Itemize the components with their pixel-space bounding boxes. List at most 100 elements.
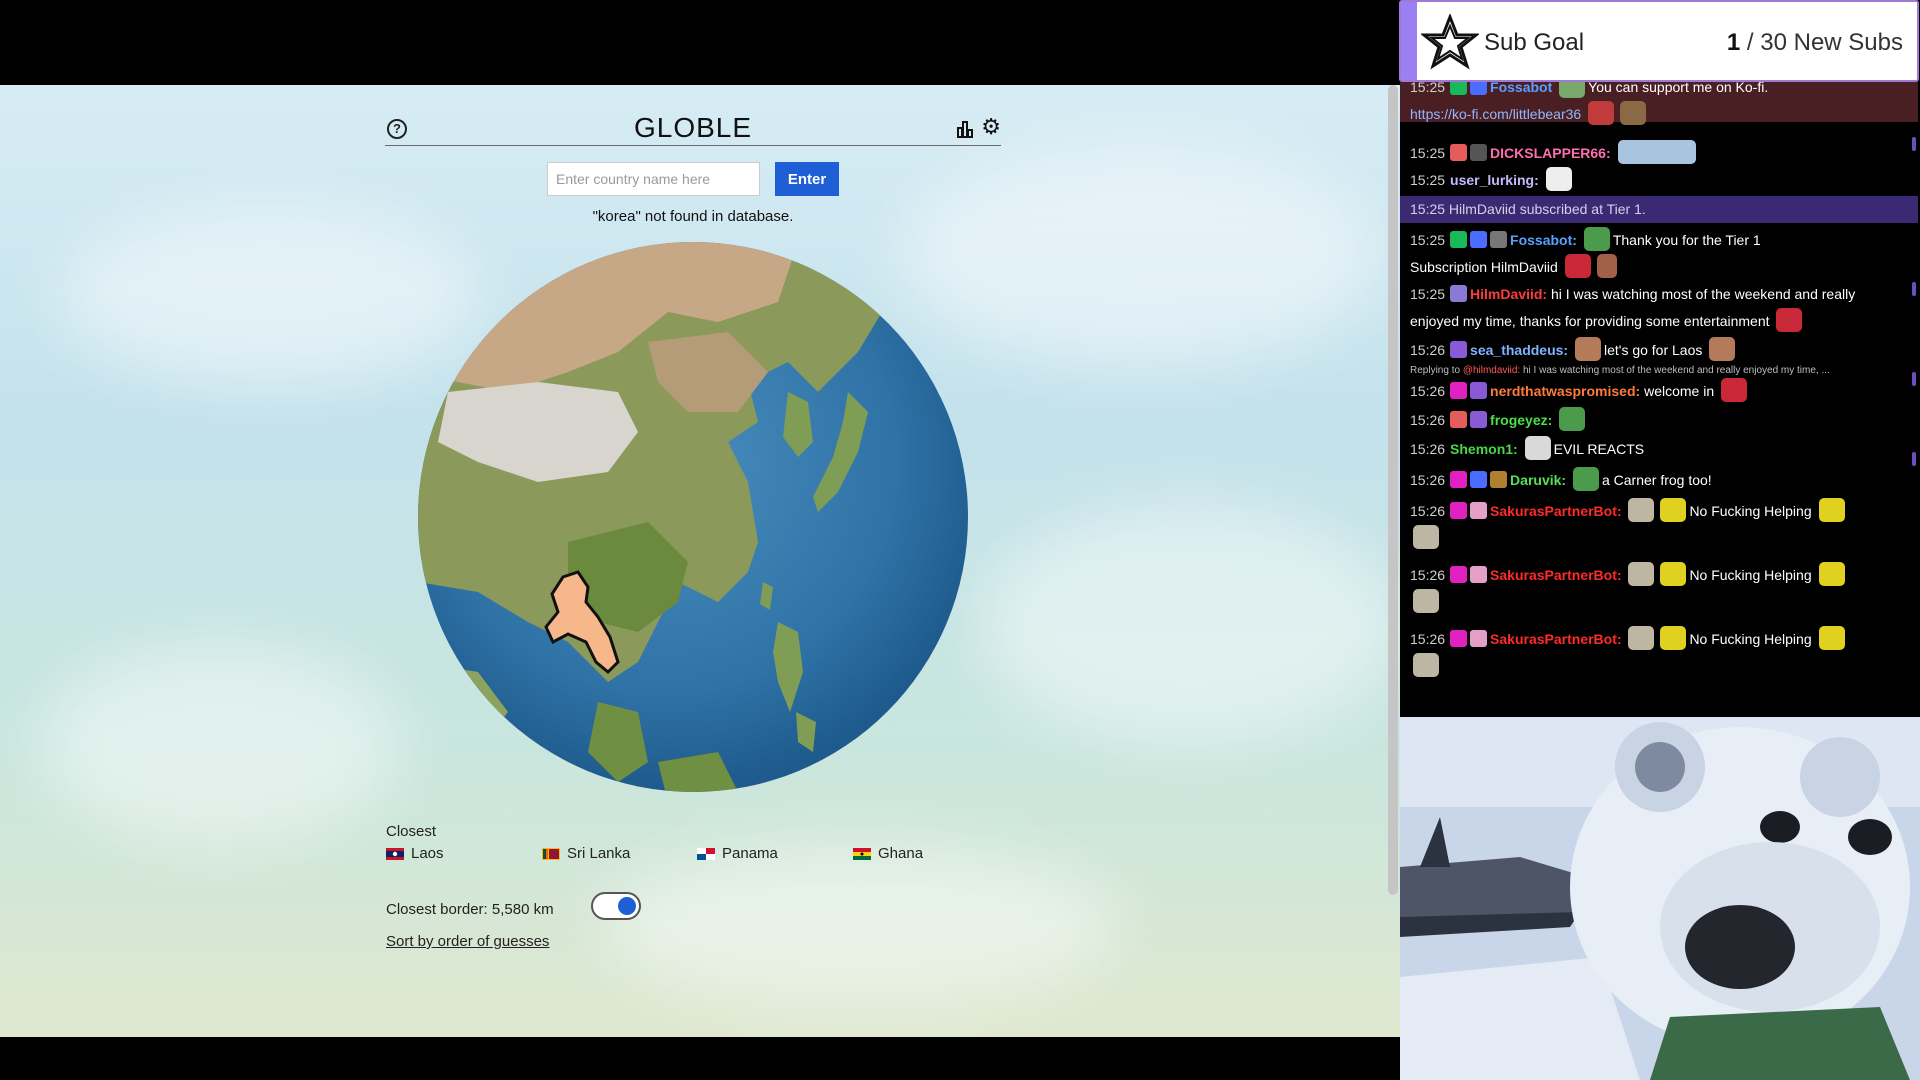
reply-text: hi I was watching most of the weekend an… [1523,365,1830,376]
closest-name: Panama [722,845,778,862]
chat-username[interactable]: Shemon1: [1450,441,1518,457]
chat-message: 15:26 Daruvik: a Carner frog too! [1400,467,1918,494]
chat-time: 15:26 [1410,631,1446,647]
dog-emote-icon [1620,101,1647,125]
chat-username[interactable]: SakurasPartnerBot: [1490,567,1622,583]
error-message: "korea" not found in database. [592,208,794,225]
chat-time: 15:26 [1410,567,1446,583]
chat-username[interactable]: Daruvik: [1510,472,1566,488]
chat-text: Thank you for the Tier 1 [1612,232,1761,248]
bear-emote-icon [1413,589,1439,613]
enter-button[interactable]: Enter [775,162,839,196]
badge-icon [1450,566,1468,583]
border-toggle[interactable] [591,892,641,920]
emote-icon [1559,82,1586,98]
badge-icon [1450,411,1468,428]
sub-goal-target: / 30 New Subs [1740,29,1903,56]
emote-icon [1818,562,1845,586]
chat-text: enjoyed my time, thanks for providing so… [1410,313,1770,329]
gear-badge-icon [1490,231,1508,248]
emote-icon [1709,337,1736,361]
heart-emote-icon [1776,308,1803,332]
chat-username[interactable]: sea_thaddeus: [1470,342,1568,358]
chat-username[interactable]: user_lurking: [1450,172,1539,188]
closest-item-panama: Panama [697,845,778,862]
chat-message: Subscription HilmDaviid [1400,254,1918,281]
chat-text: No Fucking Helping [1689,567,1812,583]
emote-icon [1818,498,1845,522]
chat-message: 15:26 frogeyez: [1400,407,1918,434]
chat-link[interactable]: https://ko-fi.com/littlebear36 [1410,106,1581,122]
reply-label: Replying to [1410,365,1461,376]
emote-icon [1660,498,1687,522]
chat-username[interactable]: SakurasPartnerBot: [1490,631,1622,647]
chat-time: 15:26 [1410,472,1446,488]
heart-emote-icon [1588,101,1615,125]
chat-time: 15:26 [1410,441,1446,457]
emote-icon [1818,626,1845,650]
country-guess-input[interactable] [547,162,760,196]
badge-icon [1450,630,1468,647]
badge-icon [1450,285,1468,302]
frog-emote-icon [1572,467,1599,491]
chat-scroll-tick [1912,452,1916,466]
chat-message: 15:25 Fossabot: Thank you for the Tier 1 [1400,227,1918,254]
emote-icon [1721,378,1747,402]
gear-icon[interactable]: ⚙ [981,116,1001,138]
badge-icon [1470,82,1488,95]
closest-name: Ghana [878,845,924,862]
chat-username[interactable]: Fossabot [1490,82,1552,95]
chat-message-wrap [1400,589,1918,616]
reply-user[interactable]: @hilmdaviid: [1463,365,1520,376]
chat-sub-notice: 15:25 HilmDaviid subscribed at Tier 1. [1400,196,1918,223]
chat-username[interactable]: SakurasPartnerBot: [1490,503,1622,519]
egg-emote-icon [1545,167,1572,191]
bar-chart-icon[interactable] [955,119,975,139]
sri-lanka-flag-icon [542,847,560,860]
sort-by-guesses-link[interactable]: Sort by order of guesses [386,933,549,950]
emote-icon [1660,626,1687,650]
chat-text: welcome in [1644,383,1715,399]
chat-message: 15:26 nerdthatwaspromised: welcome in [1400,378,1918,405]
chat-username[interactable]: DICKSLAPPER66: [1490,145,1611,161]
closest-item-ghana: Ghana [853,845,923,862]
badge-icon [1450,82,1468,95]
globe[interactable] [418,242,968,792]
chat-scroll-tick [1912,137,1916,151]
badge-icon [1450,231,1468,248]
chat-time: 15:26 [1410,342,1446,358]
badge-icon [1490,471,1508,488]
emote-icon [1574,337,1601,361]
chat-username[interactable]: frogeyez: [1490,412,1552,428]
page-scrollbar[interactable] [1388,85,1398,895]
chat-time: 15:25 [1410,232,1446,248]
polar-bear-drawing [1400,717,1920,1080]
globle-game: ? GLOBLE ⚙ Enter "korea" not found in da… [0,85,1400,1037]
emote-icon [1524,436,1551,460]
toggle-knob [618,897,636,915]
stream-chat: 15:25 Fossabot You can support me on Ko-f… [1400,82,1918,715]
pepe-emote-icon [1559,407,1586,431]
chat-time: 15:26 [1410,503,1446,519]
sub-goal-current: 1 [1726,29,1741,56]
seal-emote-icon [1617,140,1696,164]
chat-username[interactable]: nerdthatwaspromised: [1490,383,1640,399]
badge-icon [1450,471,1468,488]
closest-name: Laos [411,845,444,862]
badge-icon [1450,341,1468,358]
chat-username[interactable]: HilmDaviid: [1470,286,1547,302]
bear-emote-icon [1628,626,1655,650]
badge-icon [1470,566,1488,583]
emote-icon [1596,254,1617,278]
closest-item-sri-lanka: Sri Lanka [542,845,630,862]
badge-icon [1450,144,1468,161]
ghana-flag-icon [853,847,871,860]
chat-message: 15:26 Shemon1: EVIL REACTS [1400,436,1918,463]
chat-message: 15:26 sea_thaddeus: let's go for Laos [1400,337,1918,364]
gift-badge-icon [1470,411,1488,428]
chat-username[interactable]: Fossabot: [1510,232,1577,248]
chat-text: You can support me on Ko-fi. [1588,82,1769,95]
badge-icon [1450,502,1468,519]
chat-time: 15:25 [1410,145,1446,161]
chat-time: 15:26 [1410,383,1446,399]
